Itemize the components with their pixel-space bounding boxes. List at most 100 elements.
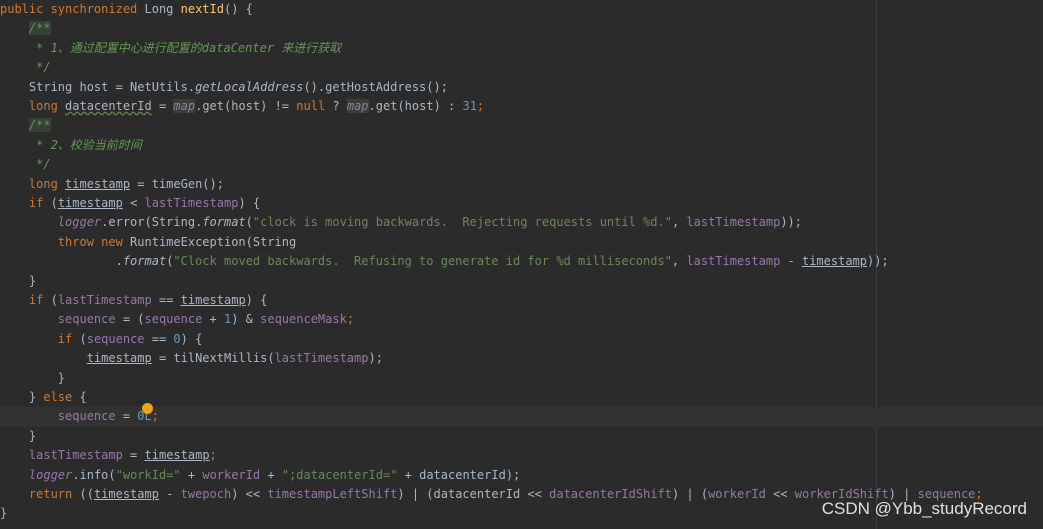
code-token: synchronized: [50, 2, 145, 16]
code-line[interactable]: .format("Clock moved backwards. Refusing…: [0, 252, 1043, 271]
code-token: (: [50, 293, 58, 307]
code-line[interactable]: if (sequence == 0) {: [0, 330, 1043, 349]
code-line[interactable]: if (timestamp < lastTimestamp) {: [0, 194, 1043, 213]
code-line[interactable]: * 2、校验当前时间: [0, 136, 1043, 155]
code-token: );: [368, 351, 383, 366]
code-token: String host = NetUtils.: [28, 79, 196, 94]
code-token: map: [346, 99, 369, 113]
code-line[interactable]: public synchronized Long nextId() {: [0, 0, 1043, 19]
code-token: timestamp: [86, 351, 152, 366]
lightbulb-icon[interactable]: [142, 403, 153, 414]
code-token: <<: [765, 487, 795, 501]
code-line[interactable]: long datacenterId = map.get(host) != nul…: [0, 97, 1043, 116]
code-line[interactable]: */: [0, 155, 1043, 174]
code-token: ) | (datacenterId <<: [397, 487, 550, 501]
code-token: datacenterId: [419, 467, 506, 482]
code-token: * 2、校验当前时间: [28, 137, 142, 152]
code-line[interactable]: }: [0, 427, 1043, 446]
code-line[interactable]: */: [0, 58, 1043, 77]
code-token: sequence: [57, 312, 116, 327]
code-token: = tilNextMillis(: [151, 351, 275, 366]
code-line[interactable]: logger.info("workId=" + workerId + ";dat…: [0, 466, 1043, 485]
code-token: = (: [115, 312, 145, 327]
code-line[interactable]: logger.error(String.format("clock is mov…: [0, 213, 1043, 232]
code-token: }: [28, 273, 37, 288]
code-token: 0: [173, 331, 181, 346]
code-token: RuntimeException(String: [130, 234, 297, 249]
code-token: sequence: [144, 312, 203, 327]
code-line[interactable]: /**: [0, 116, 1043, 135]
code-token: lastTimestamp: [57, 293, 152, 307]
code-line[interactable]: long timestamp = timeGen();: [0, 175, 1043, 194]
code-line[interactable]: /**: [0, 19, 1043, 38]
code-token: nextId: [180, 2, 224, 16]
code-token: /**: [28, 21, 51, 36]
watermark: CSDN @Ybb_studyRecord: [821, 499, 1027, 518]
code-token: .info(: [72, 467, 116, 482]
code-token: .error(String.: [101, 215, 203, 230]
code-token: if: [28, 196, 51, 210]
code-token: lastTimestamp: [28, 448, 123, 463]
code-token: lastTimestamp: [144, 196, 239, 210]
code-token: if: [28, 293, 51, 307]
code-line[interactable]: sequence = (sequence + 1) & sequenceMask…: [0, 310, 1043, 329]
code-token: getLocalAddress: [195, 79, 304, 94]
code-token: ;: [346, 312, 355, 327]
code-token: long: [28, 99, 66, 113]
code-line[interactable]: * 1、通过配置中心进行配置的dataCenter 来进行获取: [0, 39, 1043, 58]
code-token: lastTimestamp: [274, 351, 369, 366]
code-token: ;: [151, 409, 159, 424]
code-token: ;: [209, 448, 217, 463]
code-editor[interactable]: public synchronized Long nextId() { /** …: [0, 0, 1043, 529]
code-line[interactable]: }: [0, 272, 1043, 291]
code-token: map: [173, 99, 196, 113]
code-line[interactable]: throw new RuntimeException(String: [0, 233, 1043, 252]
code-token: +: [202, 312, 224, 327]
code-line[interactable]: if (lastTimestamp == timestamp) {: [0, 291, 1043, 310]
code-line[interactable]: }: [0, 369, 1043, 388]
code-token: ((: [79, 487, 94, 501]
code-token: ) {: [180, 331, 203, 346]
code-token: }: [28, 428, 37, 443]
code-token: ==: [144, 331, 174, 346]
code-token: }: [0, 506, 8, 521]
code-line[interactable]: lastTimestamp = timestamp;: [0, 446, 1043, 465]
code-line[interactable]: timestamp = tilNextMillis(lastTimestamp)…: [0, 349, 1043, 368]
code-token: +: [180, 467, 203, 482]
code-token: workerId: [708, 487, 766, 501]
code-token: "workId=": [115, 467, 181, 482]
code-line[interactable]: sequence = 0L;: [0, 407, 1043, 427]
code-token: 31: [462, 99, 477, 113]
code-token: ));: [780, 215, 802, 230]
code-token: twepoch: [180, 487, 232, 501]
code-token: timestamp: [65, 176, 131, 191]
code-token: ==: [151, 293, 181, 307]
code-token: */: [28, 60, 51, 75]
code-token: ,: [671, 215, 687, 230]
code-line[interactable]: String host = NetUtils.getLocalAddress()…: [0, 78, 1043, 97]
code-token: ;: [476, 99, 485, 113]
code-token: timestamp: [801, 254, 868, 269]
code-token: }: [28, 390, 44, 404]
code-token: "Clock moved backwards. Refusing to gene…: [173, 254, 672, 269]
code-token: -: [780, 254, 802, 269]
code-token: long: [28, 176, 66, 191]
code-line[interactable]: } else {: [0, 388, 1043, 407]
code-token: sequenceMask: [260, 312, 347, 327]
code-token: ) | (: [671, 487, 709, 501]
code-token: "clock is moving backwards. Rejecting re…: [252, 215, 672, 230]
code-token: }: [57, 370, 66, 385]
